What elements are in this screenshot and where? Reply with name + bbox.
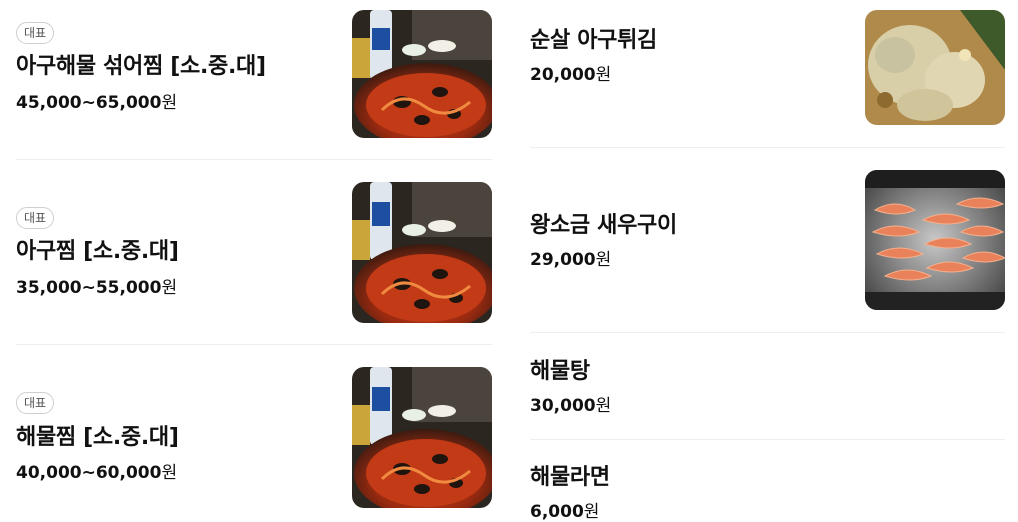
signature-badge: 대표 <box>16 207 55 229</box>
signature-badge: 대표 <box>16 22 55 44</box>
menu-item-price: 35,000~55,000원 <box>16 278 178 298</box>
menu-item[interactable]: 해물탕 30,000원 <box>530 333 1005 440</box>
menu-item-price: 45,000~65,000원 <box>16 93 178 113</box>
menu-item[interactable]: 순살 아구튀김 20,000원 <box>530 0 1005 148</box>
menu-item-price: 30,000원 <box>530 396 612 416</box>
menu-item-name: 해물찜 [소.중.대] <box>16 425 179 450</box>
braised-seafood-photo[interactable] <box>352 182 492 323</box>
braised-seafood-photo[interactable] <box>352 10 492 138</box>
menu-item[interactable]: 대표 아구해물 섞어찜 [소.중.대] 45,000~65,000원 <box>16 0 492 160</box>
menu-item-name: 아구찜 [소.중.대] <box>16 239 179 264</box>
salt-grilled-shrimp-photo[interactable] <box>865 170 1005 310</box>
menu-item-name: 해물탕 <box>530 359 590 384</box>
menu-item-name: 왕소금 새우구이 <box>530 213 677 238</box>
menu-item-name: 아구해물 섞어찜 [소.중.대] <box>16 54 266 79</box>
menu-item-price: 6,000원 <box>530 502 600 522</box>
menu-item[interactable]: 대표 아구찜 [소.중.대] 35,000~55,000원 <box>16 160 492 345</box>
braised-seafood-photo[interactable] <box>352 367 492 508</box>
menu-item[interactable]: 대표 해물찜 [소.중.대] 40,000~60,000원 <box>16 345 492 521</box>
menu-item[interactable]: 해물라면 6,000원 <box>530 440 1005 522</box>
menu-item-name: 해물라면 <box>530 465 610 490</box>
menu-item-price: 40,000~60,000원 <box>16 463 178 483</box>
menu-item-price: 29,000원 <box>530 250 612 270</box>
fried-monkfish-photo[interactable] <box>865 10 1005 125</box>
signature-badge: 대표 <box>16 392 55 414</box>
menu-item-name: 순살 아구튀김 <box>530 28 657 53</box>
menu-item-price: 20,000원 <box>530 65 612 85</box>
menu-item[interactable]: 왕소금 새우구이 29,000원 <box>530 148 1005 333</box>
